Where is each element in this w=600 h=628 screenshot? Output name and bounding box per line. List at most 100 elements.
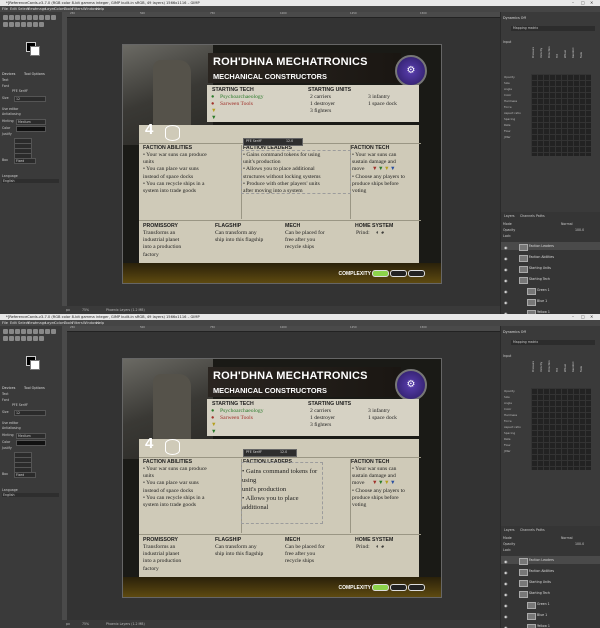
tool-icon[interactable] — [14, 335, 20, 341]
eye-icon[interactable]: ◉ — [504, 613, 508, 621]
tab-tool-options[interactable]: Tool Options — [24, 386, 45, 390]
background-color-swatch[interactable] — [30, 46, 40, 56]
opacity-value[interactable]: 100.0 — [575, 228, 584, 232]
tool-icon[interactable] — [38, 21, 44, 27]
antialiasing-checkbox[interactable]: Antialiasing — [2, 112, 21, 116]
tool-icon[interactable] — [20, 21, 26, 27]
tool-icon[interactable] — [50, 14, 56, 20]
tab-layers[interactable]: Layers — [504, 528, 515, 532]
language-input[interactable]: English — [2, 493, 59, 497]
tab-layers[interactable]: Layers — [504, 214, 515, 218]
background-color-swatch[interactable] — [30, 360, 40, 370]
tool-icon[interactable] — [32, 335, 38, 341]
tool-icon[interactable] — [44, 14, 50, 20]
eye-icon[interactable]: ◉ — [504, 602, 508, 610]
tool-icon[interactable] — [32, 14, 38, 20]
tool-icon[interactable] — [2, 14, 8, 20]
layer-row[interactable]: ◉ Faction Leaders — [501, 242, 600, 252]
tool-icon[interactable] — [38, 14, 44, 20]
tool-icon[interactable] — [14, 328, 20, 334]
zoom-select[interactable]: 75% — [82, 306, 89, 314]
box-select[interactable]: Fixed — [14, 158, 36, 164]
layer-row[interactable]: ◉ Starting Units — [501, 264, 600, 274]
tool-icon[interactable] — [26, 328, 32, 334]
tool-icon[interactable] — [26, 21, 32, 27]
tool-icon[interactable] — [26, 335, 32, 341]
antialiasing-checkbox[interactable]: Antialiasing — [2, 426, 21, 430]
eye-icon[interactable]: ◉ — [504, 624, 508, 628]
tool-icon[interactable] — [26, 14, 32, 20]
layer-row[interactable]: ◉ Green 1 — [501, 600, 600, 610]
eye-icon[interactable]: ◉ — [504, 591, 508, 599]
size-input[interactable]: 12 — [14, 410, 46, 416]
text-box-selection[interactable] — [241, 150, 351, 194]
tab-channels[interactable]: Channels — [520, 528, 535, 532]
hinting-select[interactable]: Medium — [16, 119, 46, 125]
tool-icon[interactable] — [20, 328, 26, 334]
language-input[interactable]: English — [2, 179, 59, 183]
eye-icon[interactable]: ◉ — [504, 244, 508, 252]
tool-icon[interactable] — [8, 14, 14, 20]
layer-row[interactable]: ◉ Starting Tech — [501, 589, 600, 599]
tab-channels[interactable]: Channels — [520, 214, 535, 218]
layer-row[interactable]: ◉ Starting Tech — [501, 275, 600, 285]
tab-tool-options[interactable]: Tool Options — [24, 72, 45, 76]
unit-select[interactable]: px — [66, 620, 70, 628]
hinting-select[interactable]: Medium — [16, 433, 46, 439]
eye-icon[interactable]: ◉ — [504, 255, 508, 263]
tool-icon[interactable] — [2, 21, 8, 27]
tool-icon[interactable] — [50, 328, 56, 334]
unit-select[interactable]: px — [66, 306, 70, 314]
layer-row[interactable]: ◉ Starting Units — [501, 578, 600, 588]
opacity-value[interactable]: 100.0 — [575, 542, 584, 546]
size-input[interactable]: 12 — [14, 96, 46, 102]
eye-icon[interactable]: ◉ — [504, 288, 508, 296]
tool-icon[interactable] — [20, 14, 26, 20]
eye-icon[interactable]: ◉ — [504, 558, 508, 566]
tool-icon[interactable] — [38, 335, 44, 341]
tab-devices[interactable]: Devices — [2, 386, 15, 390]
layer-row[interactable]: ◉ Faction Abilities — [501, 567, 600, 577]
use-editor-checkbox[interactable]: Use editor — [2, 107, 18, 111]
dynamics-select[interactable]: Mapping matrix — [511, 340, 595, 345]
tab-paths[interactable]: Paths — [536, 214, 545, 218]
layer-row[interactable]: ◉ Yellow 1 — [501, 622, 600, 628]
tool-icon[interactable] — [8, 328, 14, 334]
eye-icon[interactable]: ◉ — [504, 299, 508, 307]
use-editor-checkbox[interactable]: Use editor — [2, 421, 18, 425]
tool-icon[interactable] — [2, 328, 8, 334]
box-select[interactable]: Fixed — [14, 472, 36, 478]
layer-row[interactable]: ◉ Green 1 — [501, 286, 600, 296]
mode-select[interactable]: Normal — [561, 536, 573, 540]
dynamics-matrix[interactable] — [531, 388, 591, 470]
tool-icon[interactable] — [8, 21, 14, 27]
tool-icon[interactable] — [38, 328, 44, 334]
tool-icon[interactable] — [8, 335, 14, 341]
dynamics-tab[interactable]: Dynamics Off — [503, 330, 599, 335]
layer-row[interactable]: ◉ Blue 1 — [501, 611, 600, 621]
dynamics-matrix[interactable] — [531, 74, 591, 156]
tool-icon[interactable] — [20, 335, 26, 341]
text-style-toolbar[interactable]: PFE SerifF 12.0 — [243, 138, 303, 146]
eye-icon[interactable]: ◉ — [504, 569, 508, 577]
tool-icon[interactable] — [14, 14, 20, 20]
tab-paths[interactable]: Paths — [536, 528, 545, 532]
tab-devices[interactable]: Devices — [2, 72, 15, 76]
text-style-toolbar[interactable]: PFE SerifF 12.0 — [243, 449, 297, 457]
color-button[interactable] — [16, 440, 46, 446]
zoom-select[interactable]: 75% — [82, 620, 89, 628]
tool-icon[interactable] — [32, 21, 38, 27]
mode-select[interactable]: Normal — [561, 222, 573, 226]
font-value[interactable]: PFE SerifF — [12, 89, 28, 93]
dynamics-select[interactable]: Mapping matrix — [511, 26, 595, 31]
tool-icon[interactable] — [32, 328, 38, 334]
eye-icon[interactable]: ◉ — [504, 580, 508, 588]
layer-row[interactable]: ◉ Blue 1 — [501, 297, 600, 307]
text-box-selection[interactable] — [241, 462, 323, 524]
eye-icon[interactable]: ◉ — [504, 277, 508, 285]
eye-icon[interactable]: ◉ — [504, 266, 508, 274]
layer-row[interactable]: ◉ Faction Leaders — [501, 556, 600, 566]
font-value[interactable]: PFE SerifF — [12, 403, 28, 407]
color-button[interactable] — [16, 126, 46, 132]
tool-icon[interactable] — [2, 335, 8, 341]
